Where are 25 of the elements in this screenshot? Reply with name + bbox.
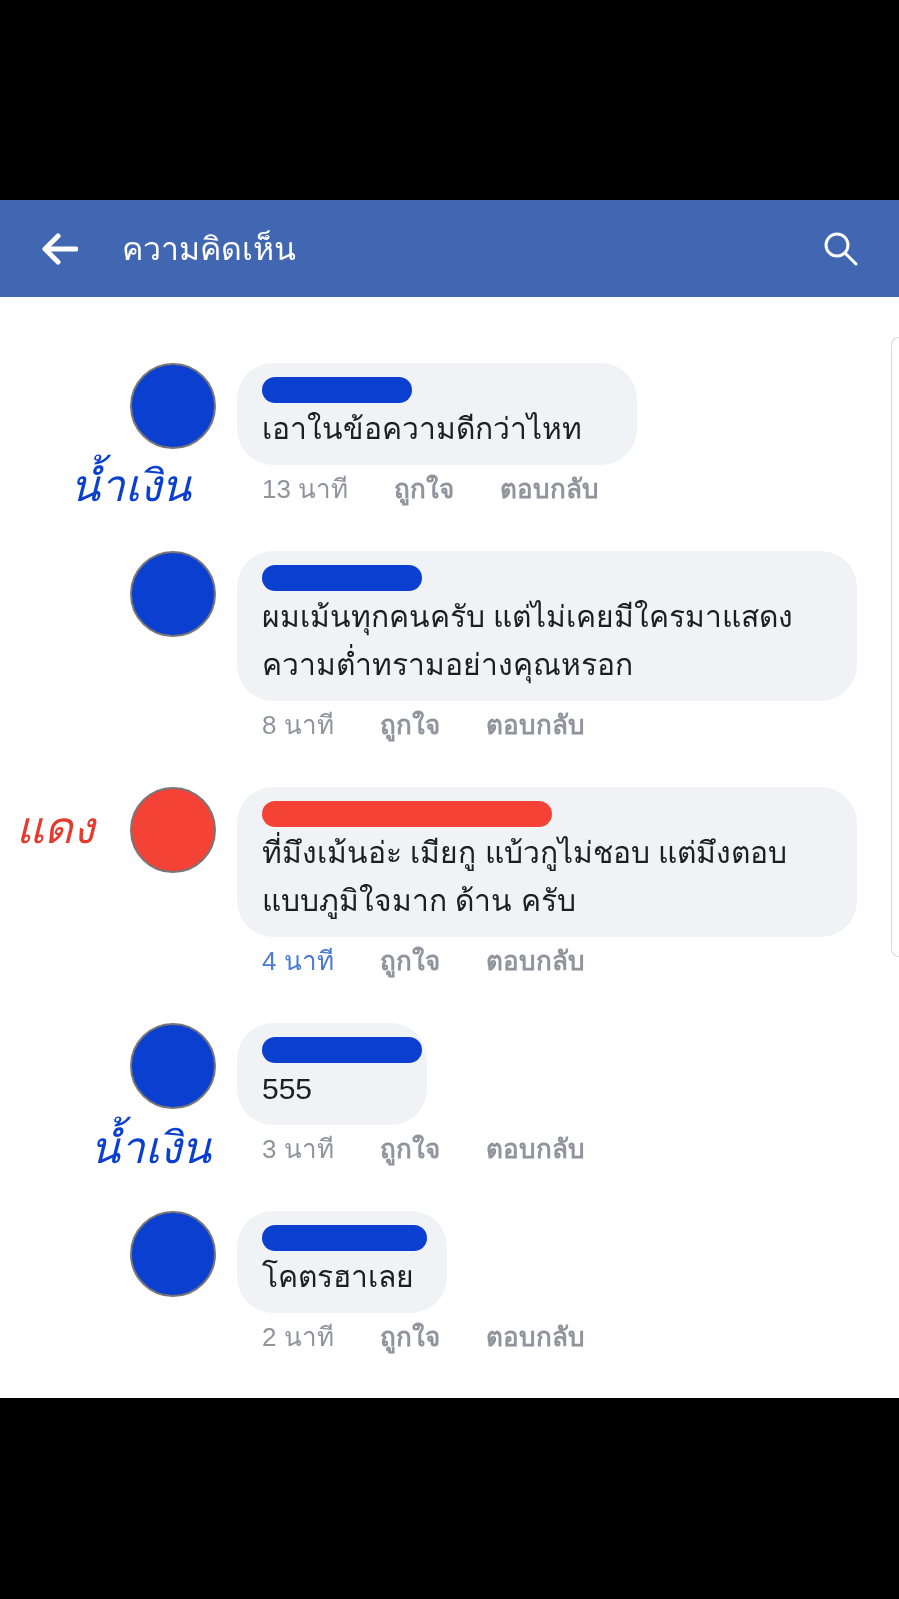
comment-text: 555 [262,1071,314,1107]
timestamp[interactable]: 4 นาที [262,941,334,981]
reply-link[interactable]: ตอบกลับ [485,705,585,745]
like-link[interactable]: ถูกใจ [379,705,440,745]
like-link[interactable]: ถูกใจ [394,469,455,509]
header-title: ความคิดเห็น [122,229,297,269]
timestamp[interactable]: 8 นาที [262,705,334,745]
reply-link[interactable]: ตอบกลับ [500,469,600,509]
handwritten-note: น้ำเงิน [90,1115,211,1181]
comment-text: โคตรฮาเลย [262,1258,415,1295]
reply-link[interactable]: ตอบกลับ [485,1129,585,1169]
comment-text: ที่มึงเม้นอ่ะ เมียกู แบ้วกูไม่ชอบ แต่มึงตอบแบบภูมิใจมาก ด้าน ครับ [262,829,832,925]
like-link[interactable]: ถูกใจ [379,941,440,981]
timestamp[interactable]: 2 นาที [262,1317,334,1357]
comment-text: ผมเม้นทุกคนครับ แต่ไม่เคยมีใครมาแสดงความต่ำทรามอย่างคุณหรอก [262,593,832,689]
comment-text: เอาในข้อความดีกว่าไหท [262,411,583,447]
timestamp[interactable]: 13 นาที [262,469,349,509]
reply-link[interactable]: ตอบกลับ [485,941,585,981]
handwritten-note: น้ำเงิน [70,453,191,519]
reply-link[interactable]: ตอบกลับ [485,1317,585,1357]
like-link[interactable]: ถูกใจ [379,1129,440,1169]
timestamp[interactable]: 3 นาที [262,1129,334,1169]
back-arrow-icon[interactable] [40,232,78,265]
search-icon[interactable] [823,230,859,267]
like-link[interactable]: ถูกใจ [379,1317,440,1357]
